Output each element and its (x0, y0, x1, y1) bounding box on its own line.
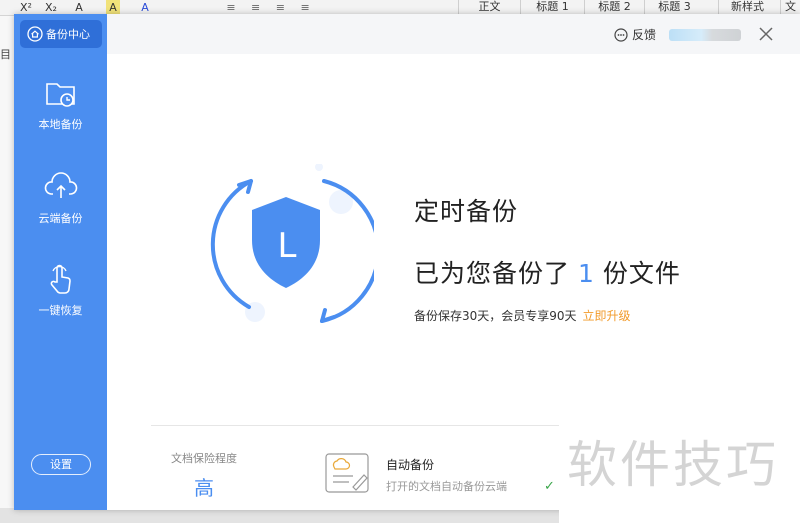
sidebar-item-label: 云端备份 (38, 212, 83, 225)
style-normal[interactable]: 正文 (458, 0, 520, 15)
text-effect-button[interactable]: A (72, 0, 86, 15)
style-heading-2[interactable]: 标题 2 (584, 0, 644, 15)
auto-backup-icon (325, 453, 369, 493)
retention-note-text: 备份保存30天，会员专享90天 (414, 309, 577, 323)
backup-count-prefix: 已为您备份了 (414, 259, 571, 288)
chat-bubble-icon (614, 27, 628, 42)
retention-note: 备份保存30天，会员专享90天 立即升级 (414, 307, 631, 324)
sidebar: 备份中心 本地备份 云端备份 一键恢复 设置 (14, 14, 107, 510)
settings-button[interactable]: 设置 (31, 454, 91, 475)
feedback-button[interactable]: 反馈 (614, 26, 656, 43)
upgrade-link[interactable]: 立即升级 (583, 309, 631, 323)
protection-level-value: 高 (194, 476, 214, 500)
brand-label: 备份中心 (46, 28, 90, 41)
cloud-upload-icon (44, 172, 77, 198)
backup-count-value: 1 (578, 259, 595, 288)
paragraph-align-buttons[interactable]: ≡ ≡ ≡ ≡ ≡ (216, 0, 326, 29)
section-divider (151, 425, 573, 426)
shield-letter: L (278, 226, 297, 266)
subscript-button[interactable]: X₂ (42, 0, 60, 15)
sidebar-item-cloud-backup[interactable]: 云端备份 (14, 170, 107, 240)
protection-level-label: 文档保险程度 (171, 452, 237, 465)
sidebar-item-label: 一键恢复 (38, 304, 83, 317)
document-margin-text: 目 (0, 48, 11, 61)
watermark-text: 软件技巧 (567, 436, 779, 494)
close-icon[interactable] (757, 25, 775, 43)
folder-clock-icon (45, 83, 75, 107)
auto-backup-description: 打开的文档自动备份云端 (386, 480, 507, 493)
highlight-button[interactable]: A (106, 0, 120, 15)
font-color-button[interactable]: A (138, 0, 152, 15)
check-icon: ✓ (544, 479, 555, 494)
backup-count-suffix: 份文件 (602, 259, 681, 288)
document-margin: 目 (0, 16, 14, 523)
feedback-label: 反馈 (632, 28, 657, 42)
sidebar-item-label: 本地备份 (38, 118, 83, 131)
backup-shield-graphic: L (210, 164, 374, 323)
superscript-button[interactable]: X² (18, 0, 34, 15)
style-heading-1[interactable]: 标题 1 (520, 0, 584, 15)
sidebar-item-one-click-restore[interactable]: 一键恢复 (14, 262, 107, 332)
style-new[interactable]: 新样式 (718, 0, 776, 15)
auto-backup-title: 自动备份 (386, 458, 435, 472)
home-icon (27, 26, 43, 42)
dialog-header: 反馈 (107, 14, 800, 54)
backup-title: 定时备份 (414, 197, 519, 226)
brand-tab[interactable]: 备份中心 (20, 20, 102, 48)
style-heading-3[interactable]: 标题 3 (644, 0, 704, 15)
ribbon-text-button[interactable]: 文 (780, 0, 800, 15)
sidebar-item-local-backup[interactable]: 本地备份 (14, 76, 107, 146)
backup-count-line: 已为您备份了 1 份文件 (414, 254, 681, 290)
hand-pointer-icon (50, 264, 71, 294)
user-account-blurred[interactable] (669, 29, 741, 41)
